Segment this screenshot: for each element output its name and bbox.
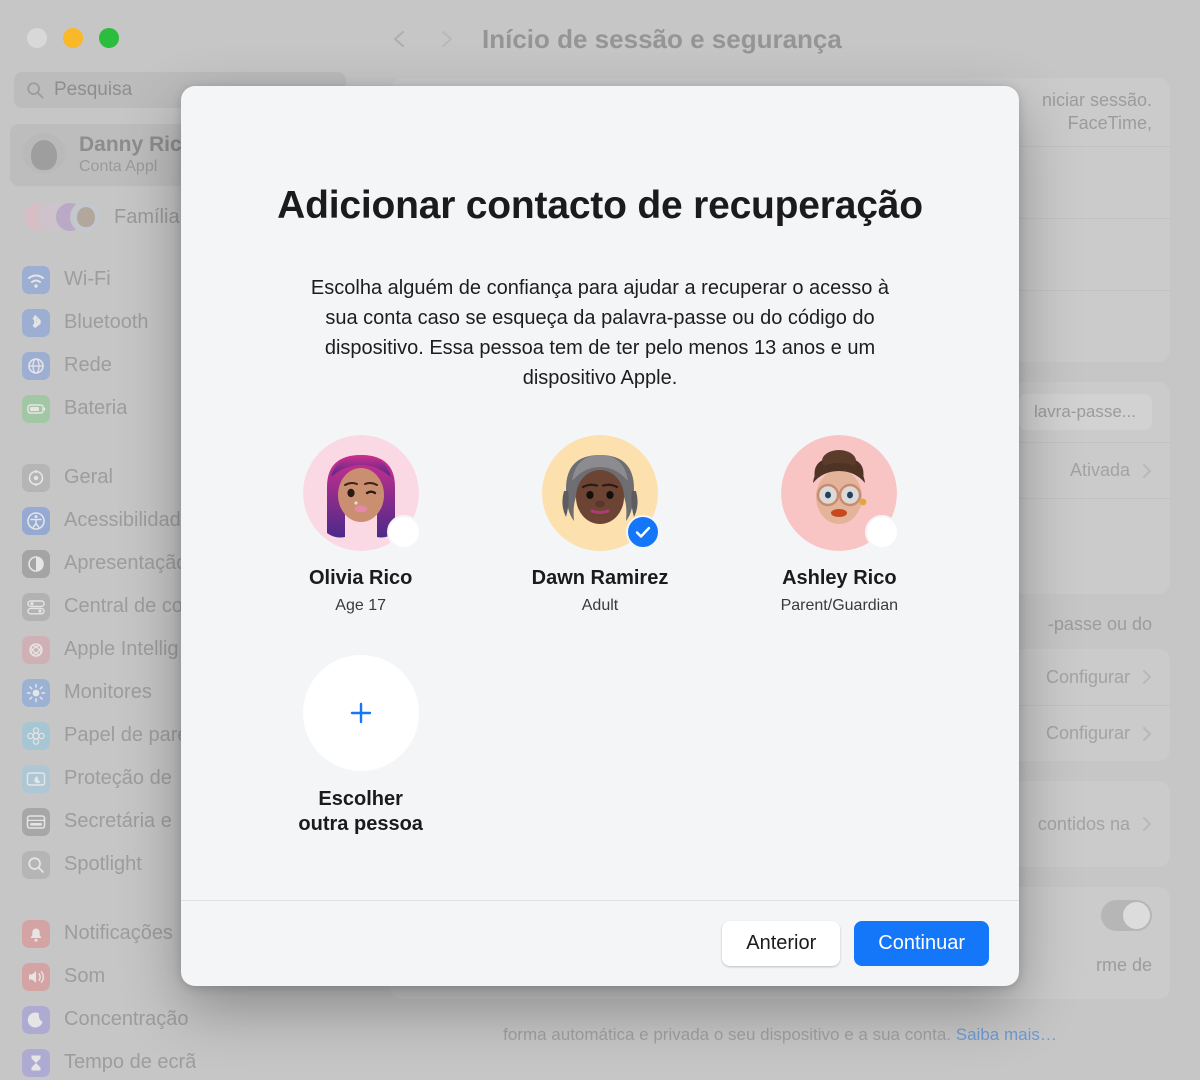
unselected-badge[interactable] — [386, 514, 421, 549]
configure-label: Configurar — [1045, 723, 1130, 743]
avatar — [22, 133, 66, 177]
screensaver-icon — [22, 764, 50, 793]
sidebar-item-label: Tempo de ecrã — [64, 1051, 197, 1073]
sidebar-item-label: Notificações — [64, 922, 173, 944]
intro-line-2: FaceTime, — [1067, 113, 1152, 133]
configure-label: Configurar — [1045, 666, 1130, 687]
dialog-footer: Anterior Continuar — [181, 900, 1019, 986]
search-placeholder: Pesquisa — [54, 79, 133, 100]
change-password-button[interactable]: lavra-passe... — [1017, 394, 1152, 430]
contact-name: Ashley Rico — [782, 566, 897, 589]
sidebar-item-label: Apple Intellig — [64, 638, 179, 660]
dialog-title: Adicionar contacto de recuperação — [277, 184, 923, 227]
close-button[interactable] — [27, 28, 47, 48]
maximize-button[interactable] — [99, 28, 119, 48]
network-globe-icon — [22, 351, 50, 380]
footnote-text: forma automática e privada o seu disposi… — [503, 1025, 956, 1044]
sidebar-item-label: Secretária e — [64, 810, 172, 832]
family-avatars — [22, 201, 102, 233]
focus-moon-icon — [22, 1005, 50, 1034]
feature-toggle[interactable] — [1101, 899, 1152, 931]
sidebar-item-label: Geral — [64, 466, 113, 488]
back-button[interactable]: Anterior — [722, 921, 841, 966]
desktop-dock-icon — [22, 807, 50, 836]
avatar-wrapper — [781, 434, 900, 551]
screen-time-icon — [22, 1048, 50, 1077]
minimize-button[interactable] — [63, 28, 83, 48]
add-recovery-contact-dialog: Adicionar contacto de recuperação Escolh… — [181, 86, 1019, 986]
avatar — [70, 201, 102, 233]
displays-icon — [22, 678, 50, 707]
chevron-right-icon — [1143, 463, 1151, 478]
chevron-right-icon — [1143, 726, 1151, 741]
sidebar-item-label: Rede — [64, 354, 112, 376]
screen: Pesquisa Danny Ric Conta Appl Família Wi… — [0, 0, 1200, 1080]
learn-more-link[interactable]: Saiba mais… — [956, 1025, 1057, 1044]
wifi-icon — [22, 265, 50, 294]
sidebar-item-label: Som — [64, 965, 106, 987]
sidebar-item-label: Concentração — [64, 1008, 189, 1030]
account-name: Danny Ric — [79, 133, 182, 157]
contact-option[interactable]: Ashley Rico Parent/Guardian — [720, 434, 959, 615]
contained-label: contidos na — [1037, 813, 1130, 834]
notifications-bell-icon — [22, 919, 50, 948]
toolbar: Início de sessão e segurança — [360, 0, 1200, 78]
status-value: Ativada — [1069, 460, 1130, 480]
contact-option[interactable]: Olivia Rico Age 17 — [241, 434, 480, 615]
sidebar-item-label: Acessibilidade — [64, 509, 192, 531]
contact-name: Olivia Rico — [308, 566, 413, 589]
contact-role: Age 17 — [335, 596, 387, 614]
chevron-left-icon[interactable] — [390, 29, 410, 49]
contact-option[interactable]: Dawn Ramirez Adult — [480, 434, 719, 615]
intro-line-1: niciar sessão. — [1041, 90, 1152, 110]
window-controls[interactable] — [0, 10, 360, 48]
contact-name: Dawn Ramirez — [531, 566, 669, 589]
sidebar-item-label: Papel de pare — [64, 724, 189, 746]
toggle-row-text: rme de — [1095, 954, 1152, 975]
footnote: forma automática e privada o seu disposi… — [390, 1019, 1170, 1048]
partial-description: -passe ou do — [1047, 614, 1152, 634]
page-title: Início de sessão e segurança — [482, 23, 842, 54]
chevron-right-icon — [1143, 817, 1151, 831]
avatar-wrapper — [302, 434, 421, 551]
choose-other-person-label: Escolher outra pessoa — [298, 787, 423, 835]
contact-role: Adult — [581, 596, 619, 614]
plus-icon[interactable] — [302, 654, 419, 771]
chevron-right-icon — [1143, 670, 1151, 684]
contact-picker-grid: Olivia Rico Age 17 Dawn Ramirez Adult Ashley… — [241, 434, 959, 837]
search-icon — [27, 82, 44, 99]
continue-button[interactable]: Continuar — [854, 921, 989, 966]
dialog-description: Escolha alguém de confiança para ajudar … — [310, 276, 890, 389]
sound-speaker-icon — [22, 962, 50, 991]
bluetooth-icon — [22, 308, 50, 337]
sidebar-item-concentra-o[interactable]: Concentração — [10, 998, 350, 1041]
chevron-right-icon[interactable] — [436, 29, 456, 49]
sidebar-item-label: Spotlight — [64, 853, 142, 875]
appearance-icon — [22, 549, 50, 578]
choose-other-person-button[interactable]: Escolher outra pessoa — [241, 654, 480, 837]
unselected-badge[interactable] — [865, 514, 900, 549]
selected-checkmark-badge[interactable] — [625, 514, 660, 549]
sidebar-item-label: Proteção de — [64, 767, 172, 789]
sidebar-item-label: Central de co — [64, 595, 183, 617]
sidebar-item-tempo-de-ecr[interactable]: Tempo de ecrã — [10, 1041, 350, 1080]
apple-intelligence-icon — [22, 635, 50, 664]
dialog-body: Adicionar contacto de recuperação Escolh… — [181, 86, 1019, 900]
sidebar-item-label: Monitores — [64, 681, 152, 703]
sidebar-item-label: Wi-Fi — [64, 268, 111, 290]
account-subtitle: Conta Appl — [79, 158, 158, 176]
wallpaper-icon — [22, 721, 50, 750]
sidebar-item-label: Família — [114, 205, 180, 228]
sidebar-item-label: Apresentação — [64, 552, 188, 574]
contact-role: Parent/Guardian — [780, 596, 899, 614]
avatar-wrapper — [541, 434, 660, 551]
sidebar-item-label: Bluetooth — [64, 311, 149, 333]
sidebar-item-label: Bateria — [64, 397, 128, 419]
control-center-icon — [22, 592, 50, 621]
accessibility-icon — [22, 506, 50, 535]
battery-icon — [22, 394, 50, 423]
spotlight-search-icon — [22, 850, 50, 879]
gear-icon — [22, 463, 50, 492]
